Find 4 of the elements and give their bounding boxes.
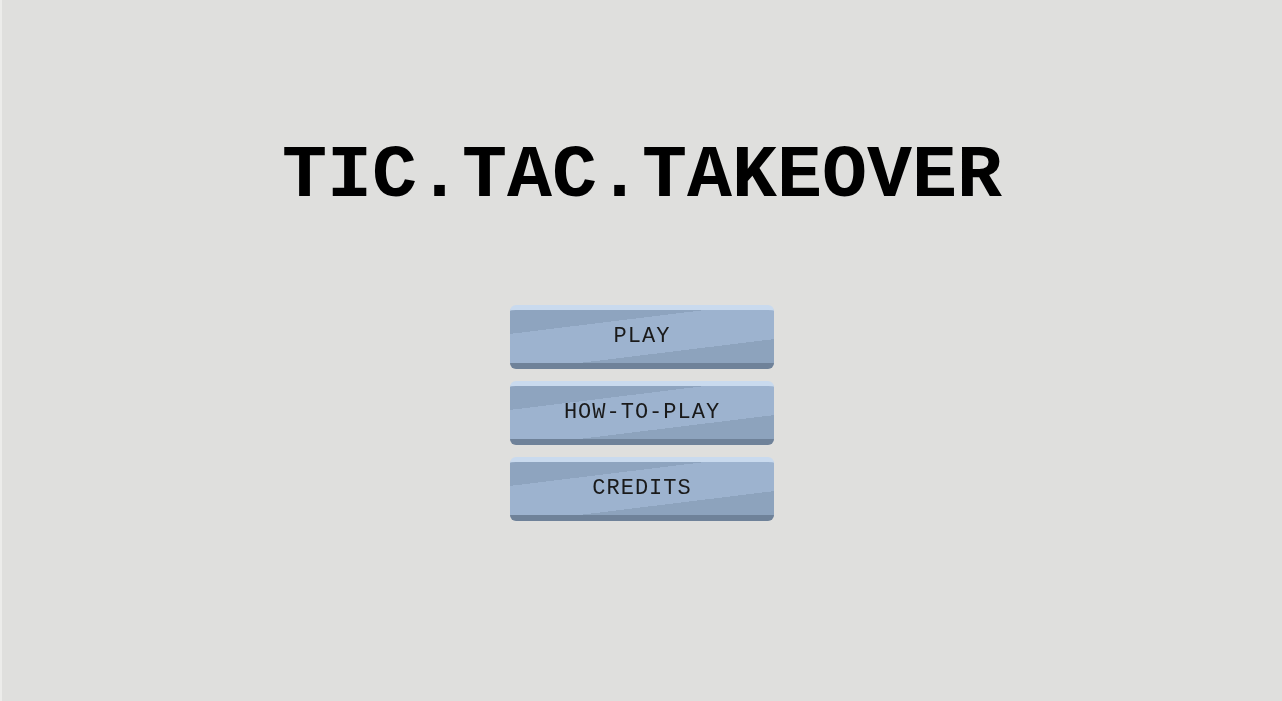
menu-button[interactable]: CREDITS bbox=[510, 457, 774, 521]
menu-button[interactable]: HOW-TO-PLAY bbox=[510, 381, 774, 445]
game-title: TIC.TAC.TAKEOVER bbox=[281, 139, 1003, 214]
menu-button[interactable]: PLAY bbox=[510, 305, 774, 369]
